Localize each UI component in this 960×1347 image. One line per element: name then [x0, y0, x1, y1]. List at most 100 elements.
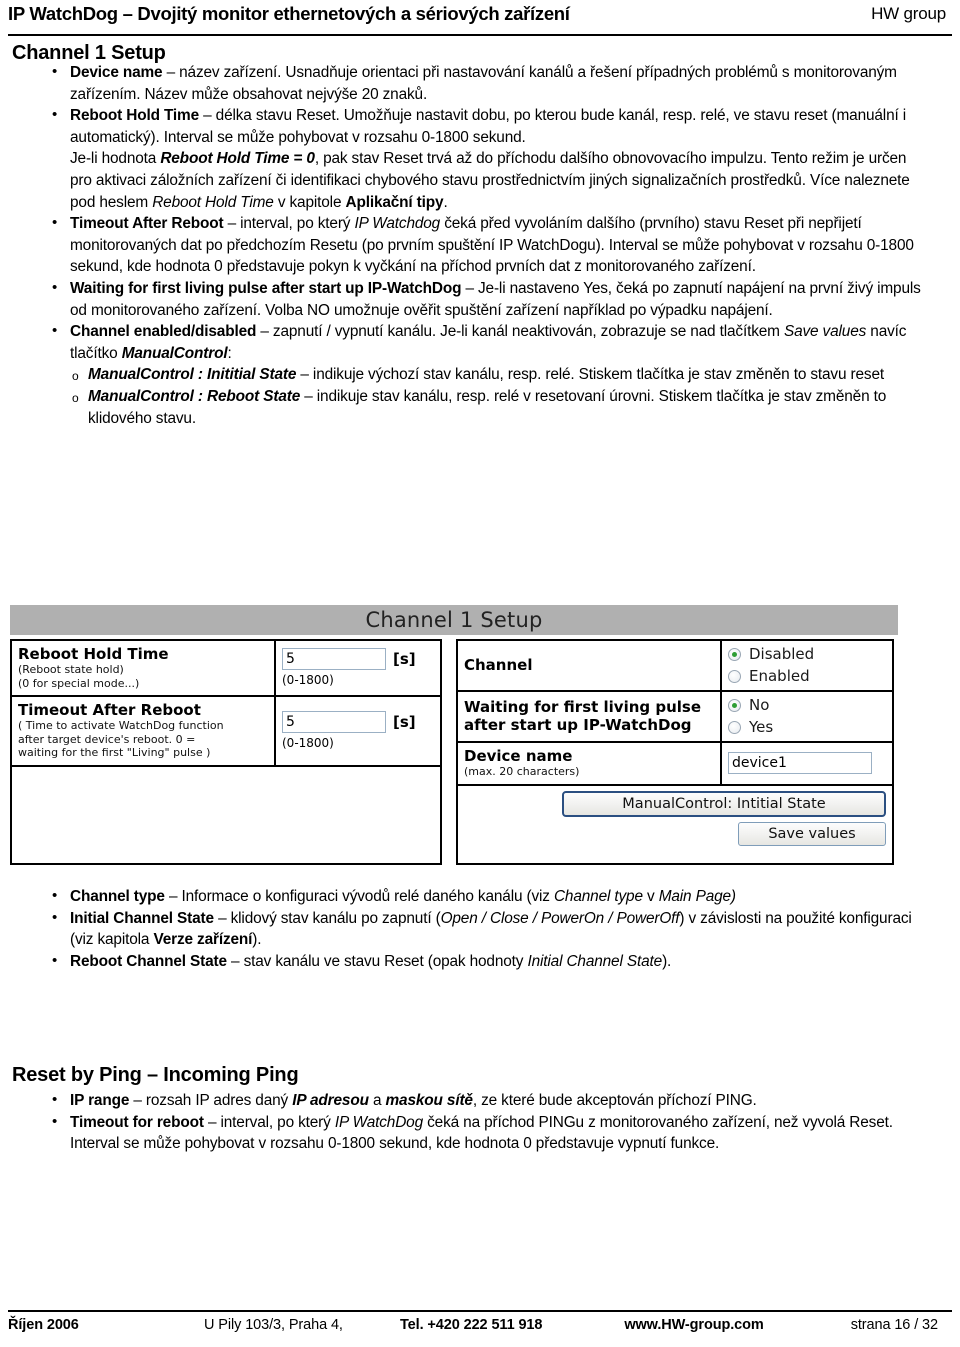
- channel-options-cell: Disabled Enabled: [722, 641, 892, 690]
- save-values-button[interactable]: Save values: [738, 821, 886, 846]
- list-item-timeout-after-reboot: Timeout After Reboot – interval, po kter…: [46, 212, 926, 278]
- radio-waiting-pulse-yes-label: Yes: [749, 718, 774, 736]
- radio-waiting-pulse-yes[interactable]: Yes: [728, 718, 886, 736]
- channel-label: Channel: [464, 656, 533, 674]
- text-segment: Je-li hodnota: [70, 150, 161, 168]
- waiting-pulse-label-line-1: Waiting for first living pulse: [464, 698, 702, 716]
- reboot-hold-time-input[interactable]: [282, 648, 386, 670]
- reset-by-ping-list: IP range – rozsah IP adres daný IP adres…: [46, 1089, 926, 1155]
- brand-logo: HW group: [871, 4, 946, 23]
- text-segment: , ze které bude akceptován příchozí PING…: [472, 1092, 757, 1109]
- page-header: IP WatchDog – Dvojitý monitor ethernetov…: [8, 4, 952, 36]
- radio-channel-disabled[interactable]: Disabled: [728, 645, 886, 663]
- device-name-value-cell: [722, 743, 892, 784]
- reboot-hold-time-label-cell: Reboot Hold Time (Reboot state hold) (0 …: [12, 641, 276, 695]
- reboot-hold-time-hint-2: (0 for special mode...): [18, 676, 140, 690]
- text-segment: Reboot Hold Time = 0: [160, 150, 315, 168]
- timeout-after-reboot-hint-3: waiting for the first "Living" pulse ): [18, 746, 211, 759]
- text-segment: Timeout for reboot: [70, 1113, 204, 1131]
- timeout-after-reboot-hint-2: after target device's reboot. 0 =: [18, 732, 196, 746]
- channel-1-setup-screenshot: Channel 1 Setup Reboot Hold Time (Reboot…: [10, 605, 898, 865]
- manual-control-button[interactable]: ManualControl: Intitial State: [562, 790, 886, 817]
- text-segment: Channel type: [553, 888, 643, 905]
- text-segment: Waiting for first living pulse after sta…: [70, 279, 462, 297]
- text-segment: Aplikační tipy: [345, 193, 444, 211]
- radio-channel-enabled[interactable]: Enabled: [728, 667, 886, 685]
- footer-address: U Pily 103/3, Praha 4,: [204, 1317, 343, 1333]
- reboot-hold-time-label: Reboot Hold Time: [18, 645, 169, 663]
- text-segment: .: [443, 193, 448, 211]
- footer-date: Říjen 2006: [8, 1317, 79, 1333]
- text-segment: – zapnutí / vypnutí kanálu. Je-li kanál …: [256, 323, 784, 341]
- list-item-ip-range: IP range – rozsah IP adres daný IP adres…: [46, 1089, 926, 1112]
- timing-settings-panel: Reboot Hold Time (Reboot state hold) (0 …: [10, 639, 442, 865]
- text-segment: Reboot Channel State: [70, 952, 227, 970]
- text-segment: v kapitole: [273, 193, 346, 211]
- text-segment: ).: [662, 952, 672, 970]
- timeout-after-reboot-label: Timeout After Reboot: [18, 701, 201, 719]
- text-segment: a: [368, 1092, 386, 1109]
- text-segment: ManualControl : Inititial State: [88, 366, 297, 384]
- text-segment: – interval, po který: [203, 1113, 335, 1131]
- list-item-waiting-first-living-pulse: Waiting for first living pulse after sta…: [46, 277, 926, 321]
- reboot-hold-time-field-line: [s]: [282, 648, 434, 670]
- text-segment: Channel type: [70, 888, 165, 905]
- list-item-manualcontrol-initial-state: ManualControl : Inititial State – indiku…: [46, 364, 926, 387]
- waiting-pulse-options-cell: No Yes: [722, 692, 892, 741]
- text-segment: Initial Channel State: [70, 909, 214, 927]
- radio-unchecked-icon[interactable]: [728, 720, 741, 734]
- reboot-hold-time-unit: [s]: [393, 650, 416, 668]
- text-segment: – klidový stav kanálu po zapnutí (: [213, 909, 441, 927]
- footer-website: www.HW-group.com: [624, 1317, 764, 1333]
- text-segment: – Informace o konfiguraci vývodů relé da…: [164, 888, 554, 905]
- radio-waiting-pulse-no[interactable]: No: [728, 696, 886, 714]
- text-segment: – indikuje výchozí stav kanálu, resp. re…: [296, 366, 884, 384]
- timeout-after-reboot-input[interactable]: [282, 710, 386, 733]
- radio-waiting-pulse-no-label: No: [749, 696, 770, 714]
- channel-row: Channel Disabled Enabled: [458, 641, 892, 692]
- reboot-hold-time-row: Reboot Hold Time (Reboot state hold) (0 …: [12, 641, 440, 697]
- radio-unchecked-icon[interactable]: [728, 669, 741, 683]
- text-segment: maskou sítě: [385, 1092, 473, 1109]
- text-segment: Reboot Hold Time: [70, 107, 199, 125]
- timeout-after-reboot-hint-1: ( Time to activate WatchDog function: [18, 719, 224, 732]
- document-title: IP WatchDog – Dvojitý monitor ethernetov…: [8, 3, 570, 24]
- timeout-after-reboot-range: (0-1800): [282, 735, 334, 750]
- device-name-hint: (max. 20 characters): [464, 765, 580, 778]
- timeout-after-reboot-label-cell: Timeout After Reboot ( Time to activate …: [12, 697, 276, 765]
- list-item-reboot-channel-state: Reboot Channel State – stav kanálu ve st…: [46, 950, 926, 973]
- timeout-after-reboot-row: Timeout After Reboot ( Time to activate …: [12, 697, 440, 767]
- channel-properties-list: Channel type – Informace o konfiguraci v…: [46, 885, 926, 973]
- text-segment: Verze zařízení: [153, 931, 253, 949]
- radio-channel-disabled-label: Disabled: [749, 645, 815, 663]
- text-segment: Main Page): [658, 888, 736, 905]
- timeout-after-reboot-unit: [s]: [393, 712, 416, 731]
- heading-reset-by-ping: Reset by Ping – Incoming Ping: [12, 1064, 299, 1086]
- text-segment: Open / Close / PowerOn / PowerOff: [440, 909, 680, 927]
- save-values-button-row: Save values: [458, 817, 892, 846]
- reboot-hold-time-range: (0-1800): [282, 673, 334, 687]
- timeout-after-reboot-value-cell: [s] (0-1800): [276, 697, 440, 765]
- text-segment: v: [642, 888, 659, 905]
- radio-checked-icon[interactable]: [728, 647, 741, 661]
- device-name-label-cell: Device name (max. 20 characters): [458, 743, 722, 784]
- manual-control-button-row: ManualControl: Intitial State: [458, 786, 892, 817]
- text-segment: Timeout After Reboot: [70, 215, 224, 233]
- list-item-device-name: Device name – název zařízení. Usnadňuje …: [46, 61, 926, 105]
- radio-checked-icon[interactable]: [728, 698, 741, 712]
- text-segment: IP adresou: [292, 1092, 369, 1109]
- list-item-initial-channel-state: Initial Channel State – klidový stav kan…: [46, 907, 926, 951]
- device-name-input[interactable]: [728, 751, 872, 774]
- text-segment: ).: [252, 931, 262, 949]
- page-footer: Říjen 2006 U Pily 103/3, Praha 4, Tel. +…: [8, 1310, 952, 1333]
- list-item-reboot-hold-time: Reboot Hold Time – délka stavu Reset. Um…: [46, 104, 926, 148]
- text-segment: Device name: [70, 64, 163, 81]
- radio-channel-enabled-label: Enabled: [749, 667, 810, 685]
- text-segment: Initial Channel State: [527, 952, 663, 970]
- text-segment: IP Watchdog: [354, 215, 441, 233]
- list-item-timeout-for-reboot: Timeout for reboot – interval, po který …: [46, 1111, 926, 1155]
- waiting-pulse-row: Waiting for first living pulse after sta…: [458, 692, 892, 743]
- waiting-pulse-label-cell: Waiting for first living pulse after sta…: [458, 692, 722, 741]
- text-segment: – interval, po který: [223, 215, 355, 233]
- footer-telephone: Tel. +420 222 511 918: [400, 1317, 543, 1333]
